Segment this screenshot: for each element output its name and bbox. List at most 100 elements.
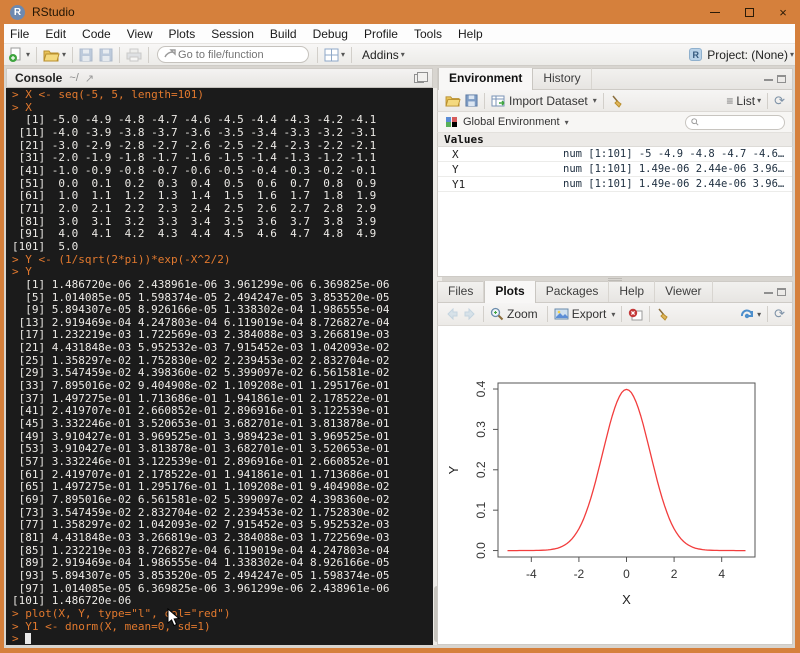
save-button[interactable] bbox=[79, 48, 93, 62]
rstudio-window: R RStudio × File Edit Code View Plots Session… bbox=[0, 0, 800, 653]
minimize-pane-icon[interactable] bbox=[764, 291, 773, 294]
export-plot-button[interactable]: Export ▾ bbox=[554, 307, 615, 321]
import-dataset-button[interactable]: Import Dataset ▾ bbox=[491, 94, 597, 108]
zoom-label: Zoom bbox=[507, 307, 538, 321]
addins-button[interactable]: Addins ▾ bbox=[362, 48, 405, 62]
broom-icon bbox=[658, 308, 669, 321]
maximize-button[interactable] bbox=[732, 0, 766, 24]
minimize-pane-icon[interactable] bbox=[764, 78, 773, 81]
publish-plot-button[interactable]: ▾ bbox=[739, 308, 761, 321]
new-file-button[interactable]: ▾ bbox=[8, 47, 30, 63]
variable-name: Y bbox=[452, 162, 459, 176]
remove-plot-button[interactable] bbox=[628, 308, 643, 321]
menu-item-profile[interactable]: Profile bbox=[356, 25, 406, 43]
minimize-button[interactable] bbox=[698, 0, 732, 24]
refresh-plot-button[interactable]: ⟳ bbox=[774, 306, 785, 322]
svg-text:-4: -4 bbox=[526, 567, 537, 581]
chevron-down-icon: ▾ bbox=[757, 309, 762, 319]
clear-plots-button[interactable] bbox=[656, 307, 670, 321]
console-working-directory[interactable]: ~/ bbox=[69, 72, 78, 84]
environment-search[interactable] bbox=[685, 114, 785, 130]
console-output-line: [57] 3.332246e-01 3.122539e-01 2.896916e… bbox=[12, 455, 390, 469]
menu-item-plots[interactable]: Plots bbox=[161, 25, 204, 43]
close-button[interactable]: × bbox=[766, 0, 795, 24]
maximize-pane-icon[interactable] bbox=[777, 288, 786, 296]
environment-search-input[interactable] bbox=[699, 115, 779, 129]
tab-environment[interactable]: Environment bbox=[438, 68, 534, 90]
console-output-line: [61] 1.0 1.1 1.2 1.3 1.4 1.5 1.6 1.7 1.8… bbox=[12, 189, 377, 203]
menu-item-debug[interactable]: Debug bbox=[305, 25, 356, 43]
export-image-icon bbox=[554, 308, 569, 320]
menu-item-edit[interactable]: Edit bbox=[37, 25, 74, 43]
menu-item-tools[interactable]: Tools bbox=[406, 25, 450, 43]
main-toolbar: ▾ ▾ Go to file/function ▾ Addins ▾ R Pro… bbox=[4, 44, 795, 66]
console-output[interactable]: > X <- seq(-5, 5, length=101) > X [1] -5.… bbox=[6, 88, 433, 645]
environment-value-row[interactable]: Y1 num [1:101] 1.49e-06 2.44e-06 3.96… bbox=[438, 177, 792, 192]
tab-packages[interactable]: Packages bbox=[536, 281, 610, 302]
variable-value: num [1:101] 1.49e-06 2.44e-06 3.96… bbox=[563, 178, 785, 190]
tab-help[interactable]: Help bbox=[609, 281, 656, 302]
console-output-line: [71] 2.0 2.1 2.2 2.3 2.4 2.5 2.6 2.7 2.8… bbox=[12, 201, 377, 215]
previous-plot-button[interactable] bbox=[445, 308, 459, 320]
menu-item-session[interactable]: Session bbox=[203, 25, 262, 43]
save-all-button[interactable] bbox=[97, 48, 113, 62]
refresh-environment-button[interactable]: ⟳ bbox=[774, 93, 785, 109]
console-input-line: > plot(X, Y, type="l", col="red") bbox=[12, 606, 231, 620]
open-file-button[interactable]: ▾ bbox=[43, 48, 66, 62]
tab-plots[interactable]: Plots bbox=[484, 281, 536, 303]
console-output-line: [81] 4.431848e-03 3.266819e-03 2.384088e… bbox=[12, 530, 390, 544]
menu-item-file[interactable]: File bbox=[4, 25, 37, 43]
project-menu-button[interactable]: R Project: (None) ▾ bbox=[689, 48, 794, 62]
environment-toolbar: Import Dataset ▾ ≡ List ▾ ⟳ bbox=[437, 90, 793, 112]
next-plot-button[interactable] bbox=[463, 308, 477, 320]
share-arrow-icon: ↗ bbox=[84, 72, 95, 85]
list-view-label: List bbox=[736, 93, 756, 108]
environment-value-row[interactable]: Ynum [1:101] 1.49e-06 2.44e-06 3.96… bbox=[438, 162, 792, 177]
menu-item-help[interactable]: Help bbox=[450, 25, 491, 43]
publish-icon bbox=[741, 308, 754, 318]
menu-item-code[interactable]: Code bbox=[74, 25, 119, 43]
list-view-button[interactable]: ≡ List ▾ bbox=[726, 94, 761, 108]
environment-scope-selector[interactable]: Global Environment ▾ bbox=[463, 116, 569, 128]
chevron-down-icon: ▾ bbox=[789, 50, 794, 59]
maximize-pane-icon[interactable] bbox=[777, 75, 786, 83]
project-icon: R bbox=[689, 48, 703, 61]
menu-item-build[interactable]: Build bbox=[262, 25, 305, 43]
console-output-line: [41] -1.0 -0.9 -0.8 -0.7 -0.6 -0.5 -0.4 … bbox=[12, 163, 377, 177]
zoom-plot-button[interactable]: Zoom bbox=[490, 307, 541, 321]
variable-name: X bbox=[452, 147, 459, 161]
workspace-panes-button[interactable]: ▾ bbox=[324, 48, 345, 62]
chevron-down-icon: ▾ bbox=[341, 50, 346, 59]
svg-text:Y: Y bbox=[446, 465, 461, 474]
print-icon bbox=[126, 48, 142, 61]
console-header: Console ~/ ↗ bbox=[6, 68, 433, 88]
goto-file-search[interactable] bbox=[157, 46, 310, 63]
console-output-line: [101] 1.486720e-06 bbox=[12, 594, 132, 608]
environment-value-row[interactable]: Xnum [1:101] -5 -4.9 -4.8 -4.7 -4.6… bbox=[438, 147, 792, 162]
variable-name: Y1 bbox=[452, 177, 466, 191]
load-workspace-button[interactable] bbox=[445, 94, 461, 107]
environment-values-list: Xnum [1:101] -5 -4.9 -4.8 -4.7 -4.6… Ynum… bbox=[437, 147, 793, 277]
menu-item-view[interactable]: View bbox=[119, 25, 161, 43]
print-button[interactable] bbox=[126, 48, 142, 62]
maximize-icon bbox=[744, 7, 754, 17]
plot-display-area: -4 -2 0 2 4 0.0 0.1 0.2 0.3 0.4 X Y bbox=[437, 326, 793, 645]
open-folder-icon bbox=[445, 96, 461, 107]
values-section-header[interactable]: Values bbox=[437, 133, 793, 147]
console-input-line: > Y bbox=[12, 265, 32, 279]
remove-plot-icon bbox=[629, 308, 643, 320]
text-cursor bbox=[25, 633, 32, 645]
menu-bar: File Edit Code View Plots Session Build Debug Pr… bbox=[4, 24, 795, 44]
search-icon bbox=[691, 118, 699, 126]
save-workspace-button[interactable] bbox=[465, 94, 478, 107]
import-dataset-icon bbox=[491, 95, 505, 106]
tab-viewer[interactable]: Viewer bbox=[655, 281, 713, 302]
clear-workspace-button[interactable] bbox=[610, 94, 624, 108]
tab-files[interactable]: Files bbox=[438, 281, 485, 302]
save-all-icon bbox=[99, 48, 113, 61]
popout-console-icon[interactable] bbox=[414, 71, 428, 83]
tab-history[interactable]: History bbox=[533, 68, 592, 89]
refresh-icon: ⟳ bbox=[774, 92, 785, 108]
goto-file-input[interactable] bbox=[176, 47, 295, 62]
project-label: Project: (None) bbox=[707, 47, 788, 62]
